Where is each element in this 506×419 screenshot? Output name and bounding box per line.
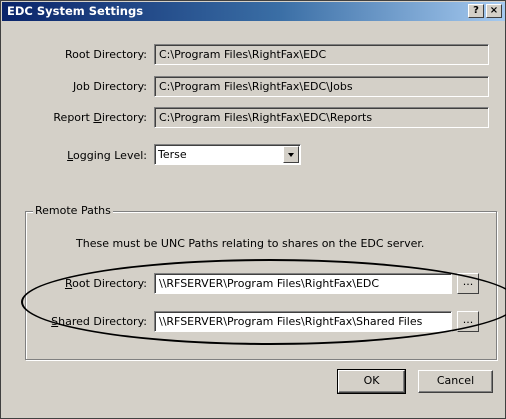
title-bar[interactable]: EDC System Settings ? × [2, 2, 505, 21]
remote-root-label-post: oot Directory: [72, 277, 147, 290]
shared-directory-input[interactable]: \\RFSERVER\Program Files\RightFax\Shared… [154, 311, 452, 332]
help-button[interactable]: ? [468, 4, 484, 18]
window-title: EDC System Settings [7, 4, 144, 18]
report-label-post: irectory: [101, 111, 147, 124]
logging-label-post: ogging Level: [73, 149, 147, 162]
root-directory-field[interactable]: C:\Program Files\RightFax\EDC [154, 44, 489, 65]
edc-settings-dialog: EDC System Settings ? × Root Directory: … [0, 0, 506, 419]
chevron-down-icon [288, 153, 294, 157]
logging-level-value: Terse [158, 148, 187, 161]
remote-root-browse-button[interactable]: ... [457, 273, 479, 294]
job-directory-field[interactable]: C:\Program Files\RightFax\EDC\Jobs [154, 76, 489, 97]
shared-label-post: hared Directory: [58, 315, 147, 328]
logging-level-select[interactable]: Terse [154, 144, 301, 165]
logging-level-label: Logging Level: [67, 149, 147, 162]
unc-paths-note: These must be UNC Paths relating to shar… [76, 237, 425, 250]
report-directory-label: Report Directory: [53, 111, 147, 124]
report-directory-field[interactable]: C:\Program Files\RightFax\EDC\Reports [154, 107, 489, 128]
close-button[interactable]: × [486, 4, 502, 18]
shared-directory-label: Shared Directory: [51, 315, 147, 328]
job-directory-label: Job Directory: [72, 80, 147, 93]
root-directory-label: Root Directory: [64, 48, 147, 61]
remote-root-directory-input[interactable]: \\RFSERVER\Program Files\RightFax\EDC [154, 273, 452, 294]
remote-root-label: Root Directory: [65, 277, 147, 290]
logging-dropdown-button[interactable] [283, 146, 299, 163]
cancel-button[interactable]: Cancel [418, 370, 493, 393]
shared-browse-button[interactable]: ... [457, 311, 479, 332]
ok-button[interactable]: OK [337, 369, 406, 394]
remote-paths-title: Remote Paths [33, 204, 113, 217]
report-label-pre: Report [53, 111, 94, 124]
report-label-accel: D [93, 111, 102, 124]
